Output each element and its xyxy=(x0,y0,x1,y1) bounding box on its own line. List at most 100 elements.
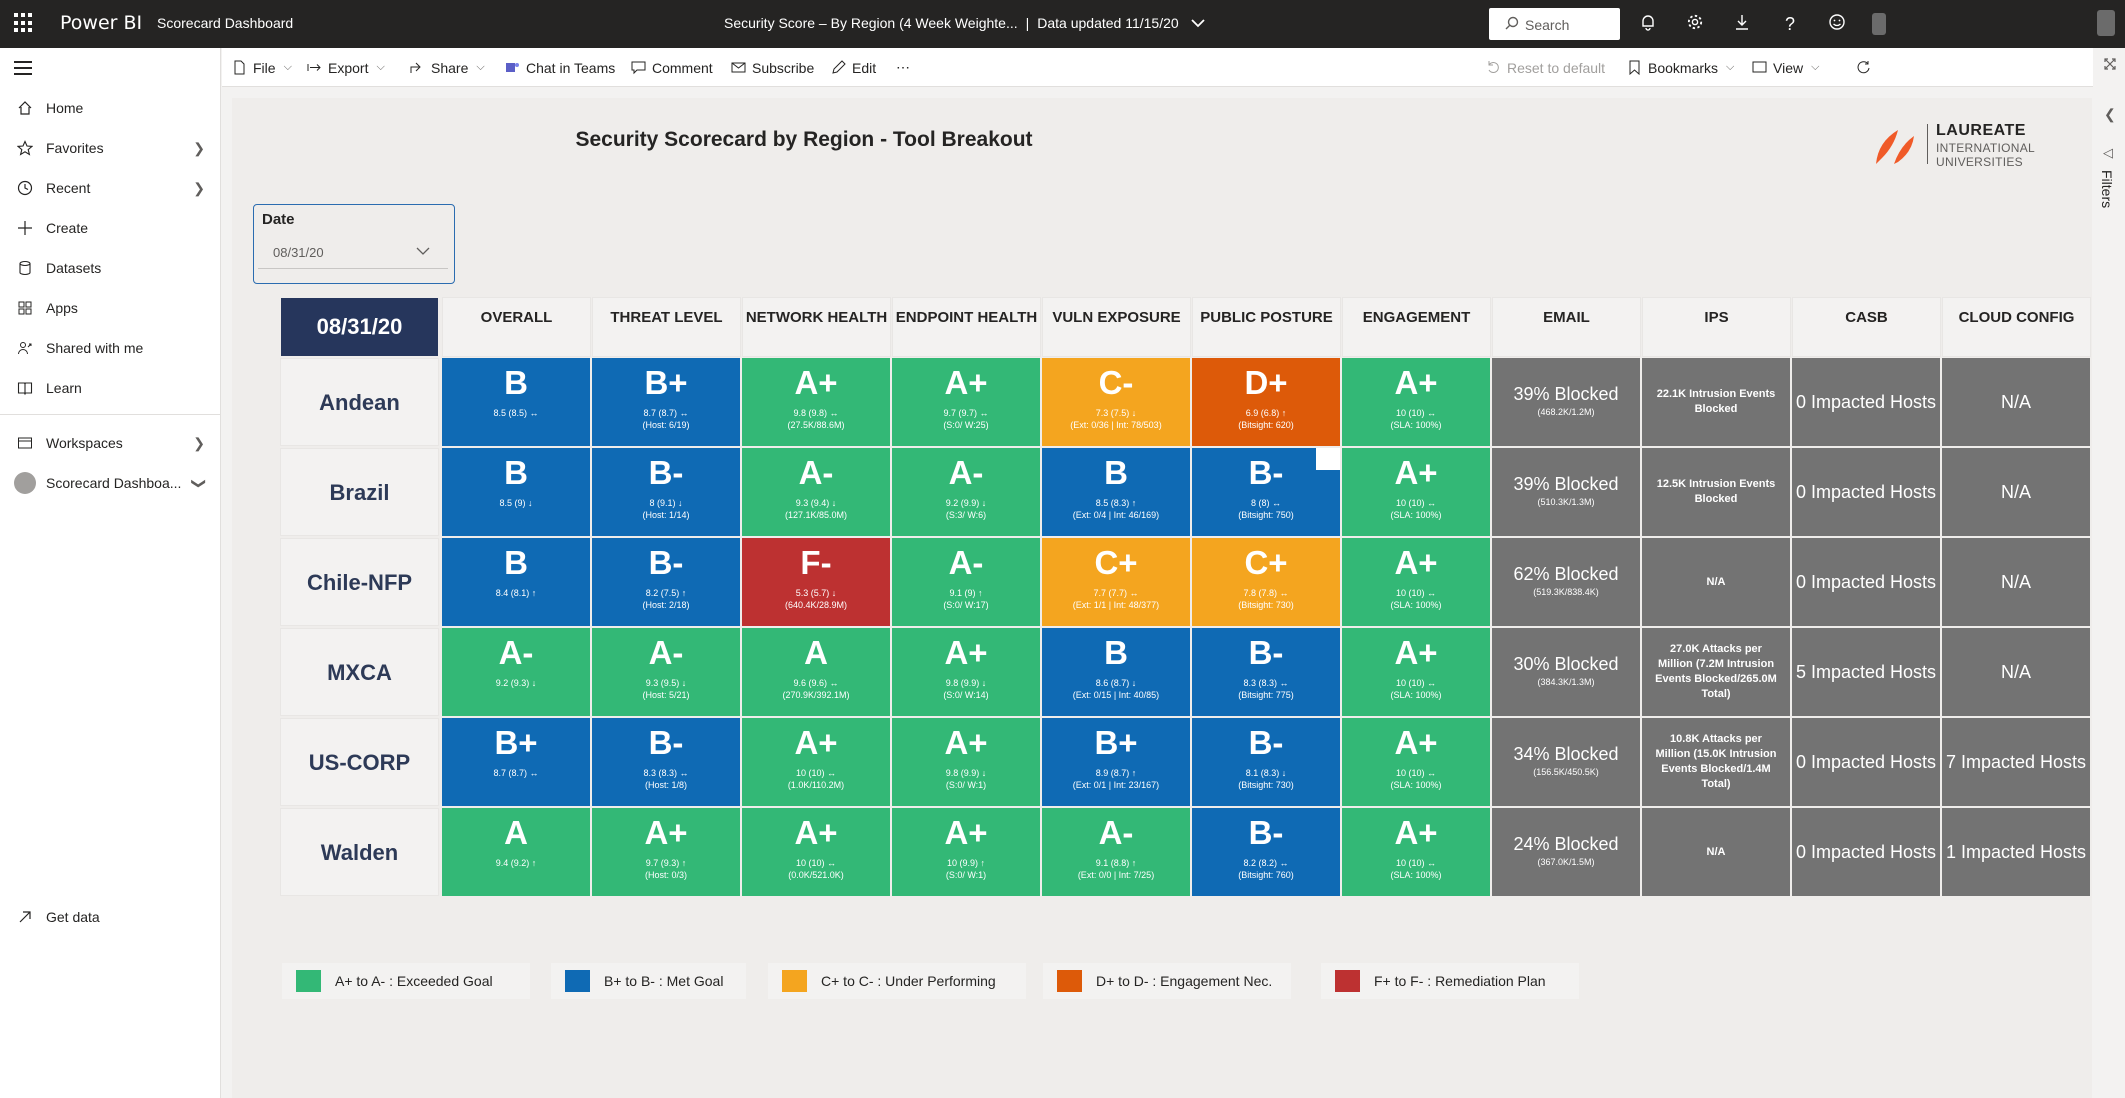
score-tile[interactable]: A- 9.3 (9.5) ↓ (Host: 5/21) xyxy=(592,628,740,716)
score-tile[interactable]: A- 9.1 (8.8) ↑ (Ext: 0/0 | Int: 7/25) xyxy=(1042,808,1190,896)
slicer-dropdown[interactable]: 08/31/20 xyxy=(258,235,448,269)
gear-icon[interactable] xyxy=(1684,13,1706,35)
workspace-name[interactable]: Scorecard Dashboard xyxy=(157,15,293,31)
email-tile[interactable]: 39% Blocked (510.3K/1.3M) xyxy=(1492,448,1640,536)
nav-create[interactable]: Create xyxy=(0,208,221,248)
bell-icon[interactable] xyxy=(1637,13,1659,35)
score-tile[interactable]: B- 8 (9.1) ↓ (Host: 1/14) xyxy=(592,448,740,536)
reset-to-default-button[interactable]: Reset to default xyxy=(1486,48,1605,87)
score-tile[interactable]: B+ 8.9 (8.7) ↑ (Ext: 0/1 | Int: 23/167) xyxy=(1042,718,1190,806)
score-tile[interactable]: A+ 9.8 (9.9) ↓ (S:0/ W:1) xyxy=(892,718,1040,806)
score-tile[interactable]: B 8.4 (8.1) ↑ xyxy=(442,538,590,626)
search-input[interactable]: Search xyxy=(1489,8,1620,40)
score-tile[interactable]: B- 8.1 (8.3) ↓ (Bitsight: 730) xyxy=(1192,718,1340,806)
casb-tile[interactable]: 5 Impacted Hosts xyxy=(1792,628,1940,716)
score-tile[interactable]: A 9.4 (9.2) ↑ xyxy=(442,808,590,896)
score-tile[interactable]: A+ 10 (10) ↔ (SLA: 100%) xyxy=(1342,358,1490,446)
help-icon[interactable]: ? xyxy=(1779,13,1801,35)
score-tile[interactable]: F- 5.3 (5.7) ↓ (640.4K/28.9M) xyxy=(742,538,890,626)
chat-in-teams-button[interactable]: Chat in Teams xyxy=(505,48,615,87)
casb-tile[interactable]: 0 Impacted Hosts xyxy=(1792,808,1940,896)
filters-pane-toggle[interactable]: ❮ ◁ Filters xyxy=(2093,90,2125,230)
score-tile[interactable]: A- 9.2 (9.3) ↓ xyxy=(442,628,590,716)
ips-tile[interactable]: N/A xyxy=(1642,808,1790,896)
email-tile[interactable]: 34% Blocked (156.5K/450.5K) xyxy=(1492,718,1640,806)
chevron-right-icon[interactable]: ❯ xyxy=(193,180,205,197)
score-tile[interactable]: B 8.6 (8.7) ↓ (Ext: 0/15 | Int: 40/85) xyxy=(1042,628,1190,716)
chevron-right-icon[interactable]: ❯ xyxy=(193,140,205,157)
refresh-icon[interactable] xyxy=(1856,48,1877,87)
score-tile[interactable]: A+ 10 (10) ↔ (SLA: 100%) xyxy=(1342,718,1490,806)
score-tile[interactable]: A- 9.1 (9) ↑ (S:0/ W:17) xyxy=(892,538,1040,626)
score-tile[interactable]: A+ 10 (10) ↔ (0.0K/521.0K) xyxy=(742,808,890,896)
avatar[interactable] xyxy=(1872,13,1886,35)
score-tile[interactable]: A+ 10 (10) ↔ (SLA: 100%) xyxy=(1342,448,1490,536)
cloud-config-tile[interactable]: N/A xyxy=(1942,448,2090,536)
score-tile[interactable]: A+ 9.7 (9.3) ↑ (Host: 0/3) xyxy=(592,808,740,896)
cloud-config-tile[interactable]: 7 Impacted Hosts xyxy=(1942,718,2090,806)
chevron-down-icon[interactable]: ❯ xyxy=(191,477,208,489)
nav-home[interactable]: Home xyxy=(0,88,221,128)
score-tile[interactable]: A+ 9.8 (9.8) ↔ (27.5K/88.6M) xyxy=(742,358,890,446)
ips-tile[interactable]: 12.5K Intrusion Events Blocked xyxy=(1642,448,1790,536)
expand-icon[interactable] xyxy=(2103,57,2117,76)
email-tile[interactable]: 24% Blocked (367.0K/1.5M) xyxy=(1492,808,1640,896)
report-title-bar[interactable]: Security Score – By Region (4 Week Weigh… xyxy=(724,15,1205,31)
chevron-down-icon[interactable] xyxy=(1190,15,1205,31)
ips-tile[interactable]: 22.1K Intrusion Events Blocked xyxy=(1642,358,1790,446)
score-tile[interactable]: A 9.6 (9.6) ↔ (270.9K/392.1M) xyxy=(742,628,890,716)
score-tile[interactable]: A+ 10 (10) ↔ (1.0K/110.2M) xyxy=(742,718,890,806)
score-tile[interactable]: D+ 6.9 (6.8) ↑ (Bitsight: 620) xyxy=(1192,358,1340,446)
score-tile[interactable]: B- 8.3 (8.3) ↔ (Host: 1/8) xyxy=(592,718,740,806)
profile-picture[interactable] xyxy=(2097,10,2115,36)
export-menu[interactable]: Export ⌵ xyxy=(307,48,385,87)
nav-workspaces[interactable]: Workspaces ❯ xyxy=(0,423,221,463)
score-tile[interactable]: B 8.5 (8.3) ↑ (Ext: 0/4 | Int: 46/169) xyxy=(1042,448,1190,536)
cloud-config-tile[interactable]: 1 Impacted Hosts xyxy=(1942,808,2090,896)
email-tile[interactable]: 39% Blocked (468.2K/1.2M) xyxy=(1492,358,1640,446)
ips-tile[interactable]: N/A xyxy=(1642,538,1790,626)
more-options-button[interactable]: ⋯ xyxy=(896,48,910,87)
nav-favorites[interactable]: Favorites ❯ xyxy=(0,128,221,168)
nav-learn[interactable]: Learn xyxy=(0,368,221,408)
download-icon[interactable] xyxy=(1731,13,1753,35)
chevron-right-icon[interactable]: ❯ xyxy=(193,435,205,452)
casb-tile[interactable]: 0 Impacted Hosts xyxy=(1792,358,1940,446)
cloud-config-tile[interactable]: N/A xyxy=(1942,628,2090,716)
score-tile[interactable]: B- 8.2 (8.2) ↔ (Bitsight: 760) xyxy=(1192,808,1340,896)
score-tile[interactable]: C+ 7.7 (7.7) ↔ (Ext: 1/1 | Int: 48/377) xyxy=(1042,538,1190,626)
cloud-config-tile[interactable]: N/A xyxy=(1942,538,2090,626)
casb-tile[interactable]: 0 Impacted Hosts xyxy=(1792,718,1940,806)
score-tile[interactable]: A+ 10 (10) ↔ (SLA: 100%) xyxy=(1342,538,1490,626)
email-tile[interactable]: 30% Blocked (384.3K/1.3M) xyxy=(1492,628,1640,716)
edit-button[interactable]: Edit xyxy=(831,48,876,87)
score-tile[interactable]: C- 7.3 (7.5) ↓ (Ext: 0/36 | Int: 78/503) xyxy=(1042,358,1190,446)
casb-tile[interactable]: 0 Impacted Hosts xyxy=(1792,448,1940,536)
brand-name[interactable]: Power BI xyxy=(60,12,142,34)
nav-get-data[interactable]: Get data xyxy=(0,897,221,937)
email-tile[interactable]: 62% Blocked (519.3K/838.4K) xyxy=(1492,538,1640,626)
date-slicer[interactable]: Date 08/31/20 xyxy=(253,204,455,284)
score-tile[interactable]: A+ 10 (10) ↔ (SLA: 100%) xyxy=(1342,628,1490,716)
bookmarks-menu[interactable]: Bookmarks ⌵ xyxy=(1627,48,1734,87)
nav-shared[interactable]: Shared with me xyxy=(0,328,221,368)
score-tile[interactable]: B 8.5 (8.5) ↔ xyxy=(442,358,590,446)
nav-current-workspace[interactable]: Scorecard Dashboa... ❯ xyxy=(0,463,221,503)
score-tile[interactable]: A+ 9.8 (9.9) ↓ (S:0/ W:14) xyxy=(892,628,1040,716)
view-menu[interactable]: View ⌵ xyxy=(1752,48,1819,87)
app-launcher-icon[interactable] xyxy=(14,13,34,33)
score-tile[interactable]: B+ 8.7 (8.7) ↔ (Host: 6/19) xyxy=(592,358,740,446)
nav-apps[interactable]: Apps xyxy=(0,288,221,328)
score-tile[interactable]: A+ 9.7 (9.7) ↔ (S:0/ W:25) xyxy=(892,358,1040,446)
score-tile[interactable]: A+ 10 (10) ↔ (SLA: 100%) xyxy=(1342,808,1490,896)
score-tile[interactable]: B 8.5 (9) ↓ xyxy=(442,448,590,536)
smiley-icon[interactable] xyxy=(1826,13,1848,35)
score-tile[interactable]: B+ 8.7 (8.7) ↔ xyxy=(442,718,590,806)
score-tile[interactable]: B- 8.2 (7.5) ↑ (Host: 2/18) xyxy=(592,538,740,626)
score-tile[interactable]: A+ 10 (9.9) ↑ (S:0/ W:1) xyxy=(892,808,1040,896)
ips-tile[interactable]: 27.0K Attacks per Million (7.2M Intrusio… xyxy=(1642,628,1790,716)
share-menu[interactable]: Share ⌵ xyxy=(410,48,485,87)
hamburger-icon[interactable] xyxy=(14,61,34,79)
score-tile[interactable]: B- 8.3 (8.3) ↔ (Bitsight: 775) xyxy=(1192,628,1340,716)
score-tile[interactable]: A- 9.2 (9.9) ↓ (S:3/ W:6) xyxy=(892,448,1040,536)
